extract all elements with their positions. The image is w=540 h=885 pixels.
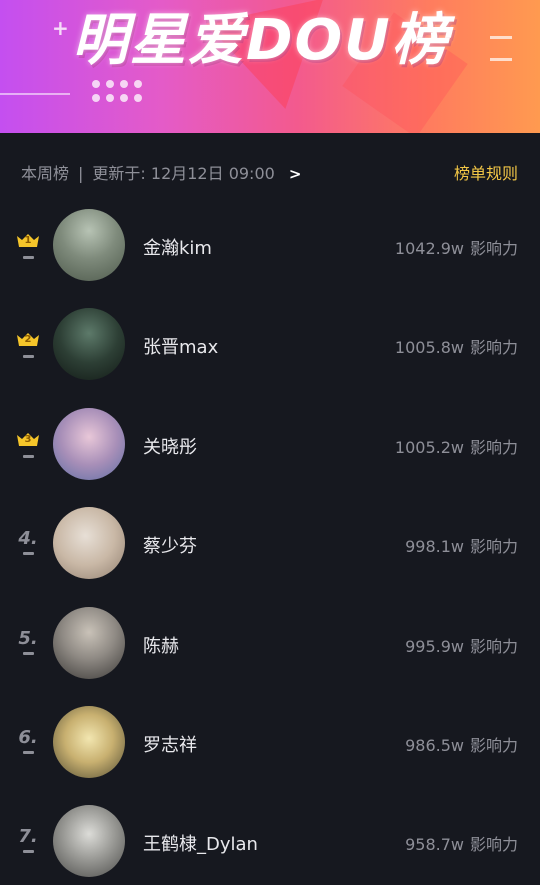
chevron-right-icon[interactable]: >	[289, 165, 302, 183]
banner-title: 明星爱DOU榜	[72, 8, 450, 73]
rank-unchanged-icon	[22, 750, 34, 754]
banner: + 明星爱DOU榜	[0, 0, 540, 133]
banner-dots	[92, 80, 142, 102]
influence-score: 1005.2w 影响力	[395, 434, 518, 458]
rank-number: 6.	[18, 726, 38, 748]
rank-number: 4.	[18, 528, 38, 550]
score-value: 1005.2w	[394, 437, 464, 457]
ranking-row[interactable]: 2 张晋max 1005.8w 影响力	[0, 295, 540, 394]
rank-number: 3	[24, 433, 32, 445]
score-value: 958.7w	[405, 835, 464, 855]
ranking-row[interactable]: 6. 罗志祥 986.5w 影响力	[0, 693, 540, 792]
score-label: 影响力	[469, 835, 518, 855]
crown-icon: 3	[16, 431, 40, 447]
rank-unchanged-icon	[22, 651, 34, 655]
influence-score: 986.5w 影响力	[405, 732, 518, 756]
banner-plus-icon: +	[52, 16, 69, 40]
banner-decoration	[490, 36, 512, 39]
update-time: 更新于: 12月12日 09:00	[92, 164, 275, 183]
score-value: 1005.8w	[394, 338, 464, 358]
score-label: 影响力	[469, 338, 518, 358]
ranking-row[interactable]: 3 关晓彤 1005.2w 影响力	[0, 395, 540, 494]
ranking-row[interactable]: 1 金瀚kim 1042.9w 影响力	[0, 196, 540, 295]
celebrity-name[interactable]: 王鹤棣_Dylan	[143, 830, 258, 856]
celebrity-name[interactable]: 罗志祥	[143, 731, 197, 757]
rank-unchanged-icon	[22, 850, 34, 854]
ranking-row[interactable]: 7. 王鹤棣_Dylan 958.7w 影响力	[0, 792, 540, 885]
ranking-row[interactable]: 5. 陈赫 995.9w 影响力	[0, 594, 540, 693]
avatar[interactable]	[53, 705, 125, 778]
rank-unchanged-icon	[22, 355, 34, 359]
influence-score: 995.9w 影响力	[405, 633, 518, 657]
rank-indicator: 2	[14, 331, 42, 359]
rank-unchanged-icon	[22, 454, 34, 458]
rank-number: 7.	[18, 826, 38, 848]
rank-number: 5.	[18, 627, 38, 649]
rank-indicator: 3	[14, 431, 42, 458]
avatar[interactable]	[53, 805, 125, 878]
ranking-list: 1 金瀚kim 1042.9w 影响力 2 张晋max 1005.8w 影响力 3 关晓彤 1005…	[0, 196, 540, 885]
rank-indicator: 4.	[14, 528, 42, 556]
rank-number: 1	[24, 235, 32, 246]
avatar[interactable]	[53, 407, 125, 480]
score-label: 影响力	[469, 735, 518, 755]
rank-number: 2	[24, 334, 32, 346]
celebrity-name[interactable]: 关晓彤	[143, 433, 197, 459]
rank-unchanged-icon	[22, 256, 34, 259]
rank-indicator: 6.	[14, 726, 42, 754]
period-label: 本周榜	[21, 164, 70, 183]
rank-indicator: 1	[14, 232, 42, 259]
separator: |	[78, 164, 84, 183]
score-value: 995.9w	[405, 636, 464, 656]
avatar[interactable]	[53, 507, 125, 580]
banner-decoration	[0, 93, 70, 95]
page: + 明星爱DOU榜 本周榜 | 更新于: 12月12日 09:00 > 榜单规则 1 金…	[0, 0, 540, 885]
influence-score: 958.7w 影响力	[405, 831, 518, 855]
crown-icon: 2	[16, 331, 40, 347]
avatar[interactable]	[53, 606, 125, 679]
crown-icon: 1	[16, 232, 40, 248]
score-label: 影响力	[469, 239, 518, 258]
rank-indicator: 7.	[14, 826, 42, 854]
score-label: 影响力	[469, 537, 518, 557]
avatar[interactable]	[53, 308, 125, 381]
ranking-period-info[interactable]: 本周榜 | 更新于: 12月12日 09:00 >	[21, 160, 301, 184]
banner-decoration	[490, 58, 512, 61]
influence-score: 1042.9w 影响力	[395, 235, 518, 259]
rank-unchanged-icon	[22, 552, 34, 556]
celebrity-name[interactable]: 张晋max	[143, 333, 218, 359]
score-value: 986.5w	[405, 735, 464, 755]
ranking-row[interactable]: 4. 蔡少芬 998.1w 影响力	[0, 494, 540, 593]
celebrity-name[interactable]: 陈赫	[143, 632, 179, 658]
ranking-subheader: 本周榜 | 更新于: 12月12日 09:00 > 榜单规则	[0, 150, 540, 190]
avatar[interactable]	[53, 209, 125, 281]
influence-score: 1005.8w 影响力	[395, 334, 518, 358]
influence-score: 998.1w 影响力	[405, 533, 518, 557]
ranking-rules-link[interactable]: 榜单规则	[454, 160, 518, 184]
score-label: 影响力	[469, 437, 518, 457]
celebrity-name[interactable]: 蔡少芬	[143, 532, 197, 558]
celebrity-name[interactable]: 金瀚kim	[143, 234, 212, 260]
rank-indicator: 5.	[14, 627, 42, 655]
score-label: 影响力	[469, 636, 518, 656]
score-value: 998.1w	[405, 537, 464, 557]
score-value: 1042.9w	[394, 239, 464, 258]
